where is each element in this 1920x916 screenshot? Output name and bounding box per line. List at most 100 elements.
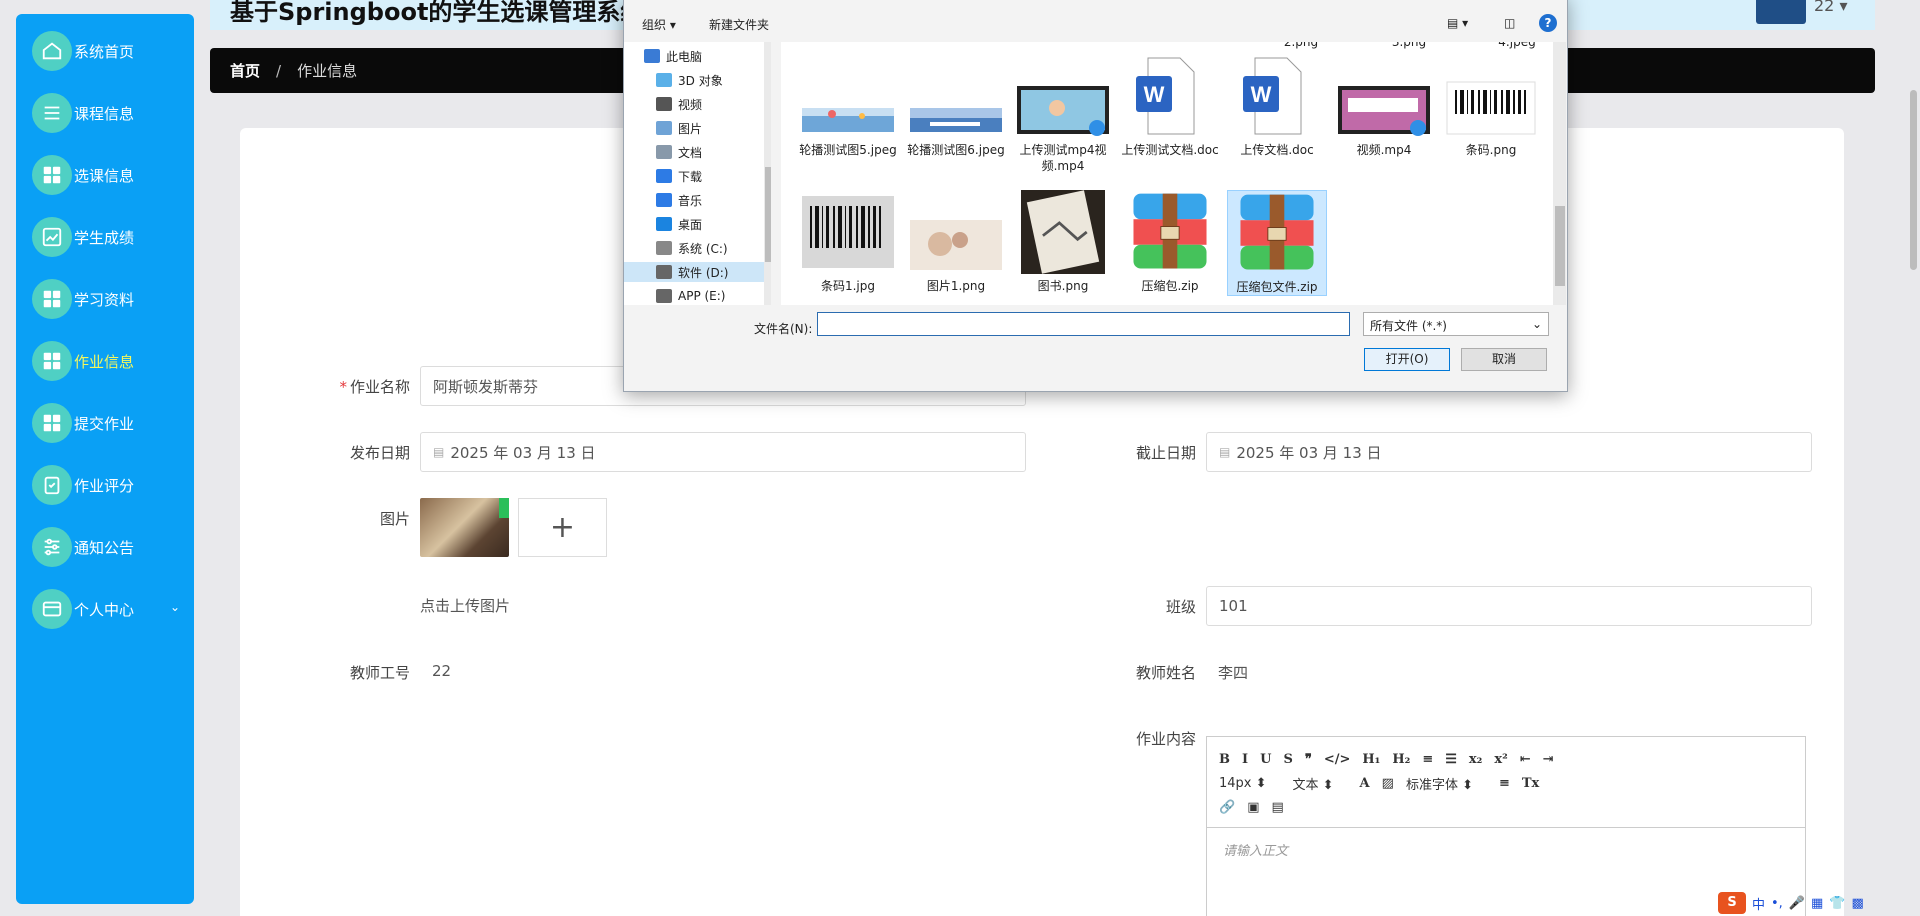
sidebar-item[interactable]: 作业评分 xyxy=(32,462,192,508)
tray-icon[interactable]: 🎤 xyxy=(1789,896,1805,911)
add-image-button[interactable]: + xyxy=(518,498,607,557)
nav-item[interactable]: 此电脑 xyxy=(644,46,702,66)
file-item[interactable]: 图片1.png xyxy=(906,190,1006,294)
organize-menu[interactable]: 组织 ▾ xyxy=(642,16,676,33)
sidebar-item-label: 选课信息 xyxy=(74,166,135,185)
file-item[interactable]: 3.png xyxy=(1359,42,1459,50)
folder-icon xyxy=(656,289,672,303)
upload-image-hint[interactable]: 点击上传图片 xyxy=(420,595,510,616)
font-family-select[interactable]: 标准字体 ⬍ xyxy=(1406,774,1473,793)
nav-scrollbar-thumb[interactable] xyxy=(765,167,771,262)
editor-format-button[interactable]: H₂ xyxy=(1392,752,1410,767)
editor-format-button[interactable]: ≡ xyxy=(1422,752,1433,767)
editor-format-button[interactable]: ⇤ xyxy=(1520,752,1531,767)
nav-item[interactable]: 视频 xyxy=(656,94,702,114)
sidebar-item[interactable]: 选课信息 xyxy=(32,152,192,198)
class-input[interactable]: 101 xyxy=(1206,586,1812,626)
file-item[interactable]: 压缩包.zip xyxy=(1120,190,1220,294)
sidebar-item[interactable]: 课程信息 xyxy=(32,90,192,136)
tray-icon[interactable]: 👕 xyxy=(1829,896,1845,911)
tray-icon[interactable]: 中 xyxy=(1752,894,1765,913)
file-thumbnail xyxy=(910,190,1002,274)
view-options-icon[interactable]: ▤ ▾ xyxy=(1447,16,1468,30)
nav-item[interactable]: 3D 对象 xyxy=(656,70,723,90)
font-color-icon[interactable]: A xyxy=(1360,776,1370,791)
sidebar-item[interactable]: 学生成绩 xyxy=(32,214,192,260)
rich-text-editor[interactable]: B I U S ❞ </> H₁ H₂ ≡ ☰ x₂ x² ⇤ ⇥ 14px ⬍ 文本 ⬍ A ▨ 标准字… xyxy=(1206,736,1806,916)
file-item[interactable]: 轮播测试图6.jpeg xyxy=(906,54,1006,158)
file-item[interactable]: 轮播测试图5.jpeg xyxy=(798,54,898,158)
file-item[interactable]: W 上传文档.doc xyxy=(1227,54,1327,158)
nav-item-label: 3D 对象 xyxy=(678,73,723,88)
editor-format-button[interactable]: I xyxy=(1242,752,1248,767)
sidebar-item[interactable]: 作业信息 xyxy=(32,338,192,384)
page-scrollbar-thumb[interactable] xyxy=(1910,90,1917,270)
image-icon[interactable]: ▣ xyxy=(1247,800,1259,815)
file-item[interactable]: 上传测试mp4视频.mp4 xyxy=(1013,54,1113,174)
publish-date-picker[interactable]: ▤ 2025 年 03 月 13 日 xyxy=(420,432,1026,472)
file-name: 条码1.jpg xyxy=(820,279,876,293)
filetype-select[interactable]: 所有文件 (*.*) ⌄ xyxy=(1363,312,1549,336)
nav-item[interactable]: 系统 (C:) xyxy=(656,238,728,258)
nav-item[interactable]: 桌面 xyxy=(656,214,702,234)
file-item[interactable]: 2.png xyxy=(1251,42,1351,50)
file-item[interactable]: 压缩包文件.zip xyxy=(1227,190,1327,296)
page-scrollbar[interactable] xyxy=(1906,40,1920,916)
cancel-button[interactable]: 取消 xyxy=(1461,348,1547,371)
editor-format-button[interactable]: x₂ xyxy=(1469,752,1482,767)
sidebar-item[interactable]: 系统首页 xyxy=(32,28,192,74)
font-size-select[interactable]: 14px ⬍ xyxy=(1219,776,1267,791)
file-item[interactable]: 图书.png xyxy=(1013,190,1113,294)
file-item[interactable]: 视频.mp4 xyxy=(1334,54,1434,158)
chevron-down-icon[interactable]: ⌄ xyxy=(170,600,180,614)
editor-format-button[interactable]: ❞ xyxy=(1305,752,1312,767)
tray-icon[interactable]: ▦ xyxy=(1811,896,1823,911)
calendar-icon: ▤ xyxy=(433,445,445,459)
link-icon[interactable]: 🔗 xyxy=(1219,800,1235,815)
editor-placeholder[interactable]: 请输入正文 xyxy=(1207,828,1805,871)
sidebar-item[interactable]: 学习资料 xyxy=(32,276,192,322)
nav-item[interactable]: 图片 xyxy=(656,118,702,138)
preview-pane-icon[interactable]: ◫ xyxy=(1504,16,1515,30)
sidebar-item[interactable]: 提交作业 xyxy=(32,400,192,446)
editor-format-button[interactable]: ☰ xyxy=(1445,752,1457,767)
file-item[interactable]: 4.jpeg xyxy=(1467,42,1556,50)
editor-format-button[interactable]: U xyxy=(1260,752,1271,767)
file-name: 压缩包.zip xyxy=(1141,279,1199,293)
tray-icon[interactable]: ▩ xyxy=(1852,896,1864,911)
new-folder-button[interactable]: 新建文件夹 xyxy=(709,16,769,33)
editor-format-button[interactable]: x² xyxy=(1494,752,1507,767)
align-icon[interactable]: ≡ xyxy=(1499,776,1510,791)
open-button[interactable]: 打开(O) xyxy=(1364,348,1450,371)
editor-format-button[interactable]: H₁ xyxy=(1362,752,1380,767)
file-item[interactable]: W 上传测试文档.doc xyxy=(1120,54,1220,158)
filename-input[interactable] xyxy=(817,312,1350,336)
nav-item[interactable]: 下载 xyxy=(656,166,702,186)
tray-icon[interactable]: •, xyxy=(1771,896,1783,911)
file-item[interactable]: 条码.png xyxy=(1441,54,1541,158)
nav-item[interactable]: 文档 xyxy=(656,142,702,162)
uploaded-image-thumbnail[interactable] xyxy=(420,498,509,557)
help-icon[interactable]: ? xyxy=(1539,14,1557,32)
editor-format-button[interactable]: B xyxy=(1219,752,1230,767)
file-item[interactable]: 条码1.jpg xyxy=(798,190,898,294)
nav-item[interactable]: 软件 (D:) xyxy=(624,262,764,282)
video-icon[interactable]: ▤ xyxy=(1271,800,1283,815)
sidebar-item[interactable]: 个人中心 ⌄ xyxy=(32,586,192,632)
background-color-icon[interactable]: ▨ xyxy=(1382,776,1394,791)
nav-item[interactable]: APP (E:) xyxy=(656,286,725,305)
ime-logo-icon[interactable]: S xyxy=(1718,892,1746,914)
editor-format-button[interactable]: </> xyxy=(1324,752,1351,767)
clear-format-icon[interactable]: Tx xyxy=(1522,776,1539,791)
editor-format-button[interactable]: ⇥ xyxy=(1543,752,1554,767)
text-type-select[interactable]: 文本 ⬍ xyxy=(1293,774,1334,793)
avatar[interactable] xyxy=(1756,0,1806,24)
editor-format-button[interactable]: S xyxy=(1283,752,1292,767)
sidebar-item-label: 个人中心 xyxy=(74,600,135,619)
file-list-scrollbar-thumb[interactable] xyxy=(1555,206,1565,286)
deadline-picker[interactable]: ▤ 2025 年 03 月 13 日 xyxy=(1206,432,1812,472)
sidebar-item[interactable]: 通知公告 xyxy=(32,524,192,570)
nav-item[interactable]: 音乐 xyxy=(656,190,702,210)
user-menu[interactable]: 22 ▾ xyxy=(1814,0,1847,15)
breadcrumb-home[interactable]: 首页 xyxy=(230,60,260,81)
